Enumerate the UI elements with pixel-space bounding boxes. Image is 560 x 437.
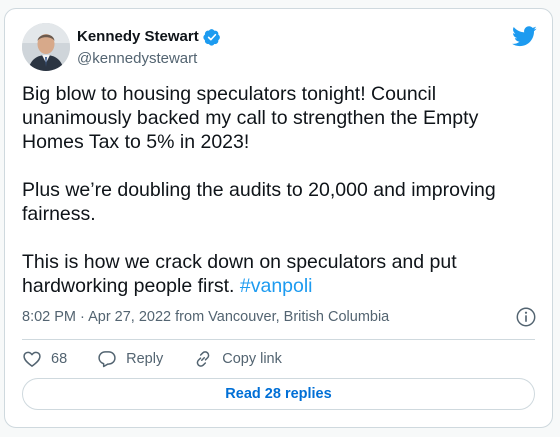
heart-icon [23,351,41,367]
tweet-card: Kennedy Stewart @kennedystewart Big blow… [4,8,553,428]
tweet-actions: 68 Reply Copy link [22,348,312,370]
verified-badge-icon [203,28,220,46]
tweet-timestamp-location[interactable]: 8:02 PM · Apr 27, 2022 from Vancouver, B… [22,308,389,327]
tweet-text: Big blow to housing speculators tonight!… [22,82,537,298]
info-icon[interactable] [515,306,537,328]
read-replies-button[interactable]: Read 28 replies [22,378,535,410]
like-button[interactable]: 68 [22,349,67,369]
like-count: 68 [51,351,68,367]
tweet-paragraph: Plus we’re doubling the audits to 20,000… [22,179,496,225]
divider [22,339,535,340]
author-name-row[interactable]: Kennedy Stewart [77,27,221,46]
author-name[interactable]: Kennedy Stewart [77,27,199,46]
link-icon [196,351,210,367]
reply-label: Reply [126,351,164,367]
copy-link-button[interactable]: Copy link [193,349,282,369]
tweet-paragraph-last: This is how we crack down on speculators… [22,250,537,298]
copy-link-label: Copy link [222,351,282,367]
tweet-paragraph: Big blow to housing speculators tonight!… [22,83,479,153]
reply-bubble-icon [98,351,116,368]
twitter-bird-icon[interactable] [512,26,537,47]
hashtag-link[interactable]: #vanpoli [240,275,313,297]
avatar[interactable] [22,23,70,71]
reply-button[interactable]: Reply [97,349,163,369]
author-handle[interactable]: @kennedystewart [77,49,197,68]
